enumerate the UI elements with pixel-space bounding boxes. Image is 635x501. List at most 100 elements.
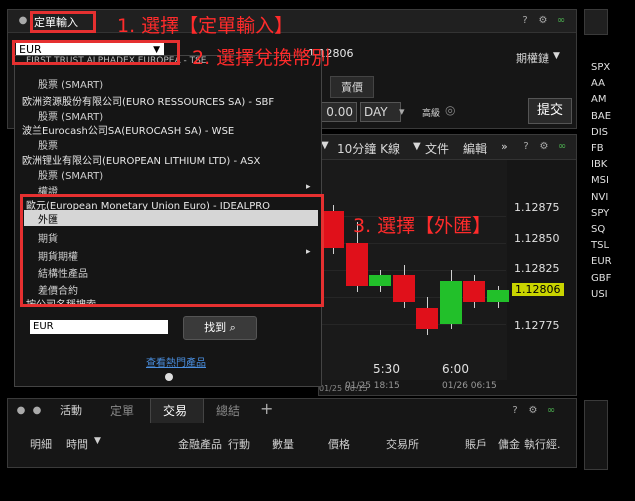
tab-orders[interactable]: 定單 — [110, 402, 134, 419]
gridline — [320, 323, 506, 325]
help-icon[interactable]: ? — [519, 140, 533, 154]
col-commission[interactable]: 傭金 — [498, 436, 520, 452]
col-price[interactable]: 價格 — [328, 436, 350, 452]
col-quantity[interactable]: 數量 — [272, 436, 294, 452]
col-exchange[interactable]: 交易所 — [386, 436, 419, 452]
annotation-box-forex — [20, 194, 324, 307]
gear-icon[interactable]: ⚙ — [537, 140, 551, 154]
col-action[interactable]: 行動 — [228, 436, 250, 452]
col-time-chevron-icon[interactable]: ▼ — [94, 436, 101, 446]
tab-trades[interactable]: 交易 — [163, 402, 187, 419]
sell-label[interactable]: 賣價 — [330, 76, 374, 98]
dropdown-item-title[interactable]: 欧洲资源股份有限公司(EURO RESSOURCES SA) - SBF — [22, 93, 274, 108]
edit-menu[interactable]: 編輯 — [463, 140, 487, 157]
col-instrument[interactable]: 金融產品 — [178, 436, 222, 452]
annotation-step3: 3. 選擇【外匯】 — [353, 215, 492, 237]
watchlist-ticker[interactable]: MSI — [591, 175, 609, 186]
watchlist-ticker[interactable]: TSL — [591, 240, 609, 251]
annotation-step2: 2. 選擇兌換幣別 — [192, 47, 331, 69]
candle-body — [369, 275, 391, 287]
annotation-box-order-entry — [30, 11, 96, 33]
panel-menu-icon[interactable]: ● — [16, 14, 30, 28]
chevron-down-icon[interactable]: ▼ — [321, 140, 329, 151]
help-icon[interactable]: ? — [518, 14, 532, 28]
x-axis-label: 6:00 — [442, 362, 469, 376]
dropdown-item-sub[interactable]: 股票 — [38, 137, 58, 152]
candle-body — [322, 210, 344, 249]
find-label: 找到 — [204, 321, 227, 334]
watchlist-ticker[interactable]: AA — [591, 78, 605, 89]
option-chain-chevron-icon[interactable]: ▼ — [553, 51, 560, 61]
date-label: 01/26 06:15 — [442, 381, 497, 391]
help-icon[interactable]: ? — [508, 404, 522, 418]
dropdown-item-sub[interactable]: 股票 (SMART) — [38, 76, 103, 91]
watchlist-ticker[interactable]: FB — [591, 143, 604, 154]
watchlist-ticker[interactable]: AM — [591, 94, 606, 105]
watchlist-ticker[interactable]: BAE — [591, 111, 611, 122]
submit-button[interactable]: 提交 — [528, 98, 572, 124]
candle-body — [345, 243, 368, 287]
price-tick: 1.12875 — [514, 201, 560, 214]
watchlist-ticker[interactable]: USI — [591, 289, 608, 300]
price-tick: 1.12825 — [514, 262, 560, 275]
tab-summary[interactable]: 總結 — [216, 402, 240, 419]
panel-menu-icon[interactable]: ● — [30, 404, 44, 418]
candle-body — [392, 275, 415, 303]
x-axis-label: 5:30 — [373, 362, 400, 376]
col-executor[interactable]: 執行經. — [524, 436, 561, 452]
chart-toolbar: ▼ 10分鐘 K線 ▼ 文件 編輯 » ? ⚙ ∞ — [319, 135, 576, 160]
more-icon[interactable]: » — [501, 140, 508, 153]
panel-menu-icon[interactable]: ● — [14, 404, 28, 418]
date-label: 01/25 18:15 — [345, 381, 400, 391]
dropdown-item-sub[interactable]: 股票 (SMART) — [38, 167, 103, 182]
scroll-indicator-icon[interactable] — [165, 373, 173, 381]
right-panel-bottom — [584, 400, 608, 470]
gear-icon[interactable]: ⚙ — [526, 404, 540, 418]
watchlist-ticker[interactable]: SPY — [591, 208, 609, 219]
tif-chevron-icon[interactable]: ▾ — [399, 105, 405, 118]
search-icon: ⌕ — [229, 321, 236, 334]
dropdown-item-sub[interactable]: 股票 (SMART) — [38, 108, 103, 123]
add-tab-button[interactable]: + — [260, 399, 273, 418]
chevron-right-icon: ▸ — [306, 182, 311, 192]
dropdown-item-title[interactable]: 欧洲锂业有限公司(EUROPEAN LITHIUM LTD) - ASX — [22, 152, 260, 167]
tab-activity[interactable]: 活動 — [60, 402, 82, 418]
tif-select[interactable]: DAY — [360, 102, 401, 122]
option-chain-button[interactable]: 期權鏈 — [516, 50, 549, 66]
watchlist-ticker[interactable]: SPX — [591, 62, 610, 73]
price-tick: 1.12775 — [514, 319, 560, 332]
link-icon[interactable]: ∞ — [554, 14, 568, 28]
col-account[interactable]: 賬戶 — [465, 436, 487, 452]
watchlist-ticker[interactable]: IBK — [591, 159, 607, 170]
watchlist-ticker[interactable]: SQ — [591, 224, 605, 235]
price-field[interactable]: 0.00 — [320, 102, 357, 122]
current-price-badge: 1.12806 — [512, 283, 564, 296]
candle-body — [439, 280, 462, 324]
watchlist-ticker[interactable]: EUR — [591, 256, 612, 267]
popular-products-link[interactable]: 查看熱門產品 — [146, 354, 206, 369]
annotation-box-currency — [12, 40, 180, 65]
watchlist-ticker[interactable]: GBF — [591, 273, 611, 284]
price-tick: 1.12850 — [514, 232, 560, 245]
interval-chevron-icon[interactable]: ▼ — [413, 141, 421, 152]
candle-body — [416, 307, 438, 330]
find-button[interactable]: 找到 ⌕ — [183, 316, 257, 340]
annotation-step1: 1. 選擇【定單輸入】 — [117, 15, 294, 37]
circle-icon[interactable]: ◎ — [445, 103, 455, 117]
watchlist-ticker[interactable]: DIS — [591, 127, 608, 138]
right-panel-top — [584, 9, 608, 35]
col-detail[interactable]: 明細 — [30, 436, 52, 452]
link-icon[interactable]: ∞ — [555, 140, 569, 154]
file-menu[interactable]: 文件 — [425, 140, 449, 157]
col-time[interactable]: 時間 — [66, 436, 88, 452]
gear-icon[interactable]: ⚙ — [536, 14, 550, 28]
search-input[interactable]: EUR — [30, 320, 168, 334]
watchlist-ticker[interactable]: NVI — [591, 192, 608, 203]
dropdown-item-title[interactable]: 波兰Eurocash公司SA(EUROCASH SA) - WSE — [22, 122, 234, 137]
search-value: EUR — [33, 321, 54, 332]
link-icon[interactable]: ∞ — [544, 404, 558, 418]
advanced-button[interactable]: 高級 — [422, 106, 440, 119]
activity-panel — [7, 398, 577, 468]
interval-select[interactable]: 10分鐘 K線 — [337, 140, 400, 157]
candle-body — [486, 290, 509, 303]
